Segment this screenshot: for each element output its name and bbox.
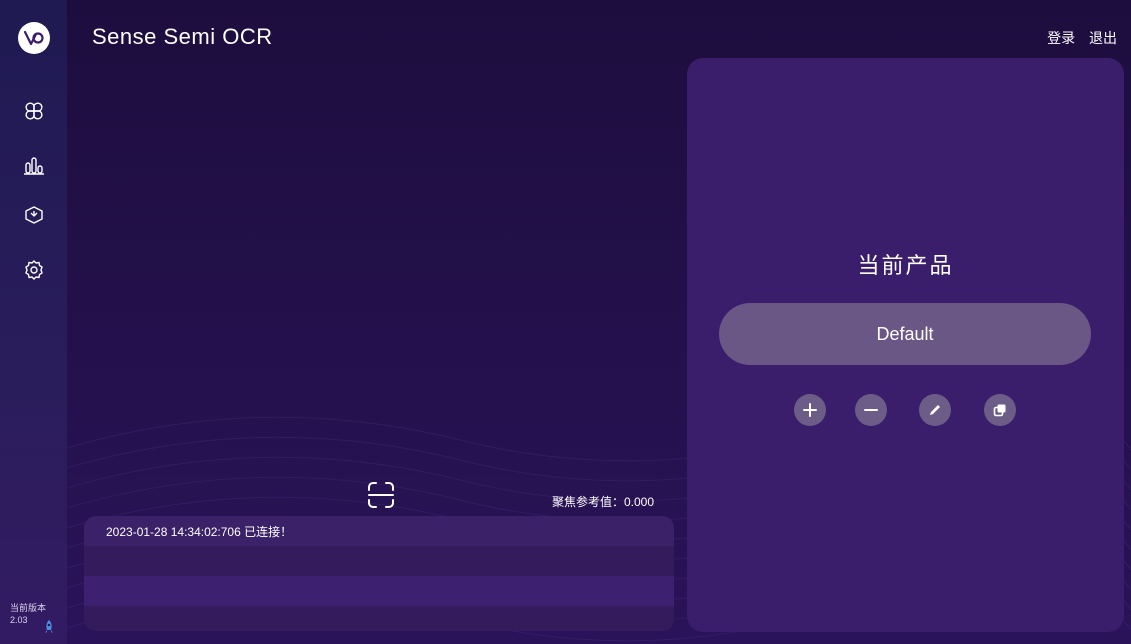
log-entry [84,576,674,583]
app-window: 当前版本 2.03 Sense Semi OCR 登录 退出 聚焦参考值：0.0… [0,0,1131,644]
minus-icon [864,409,878,411]
version-value: 2.03 [10,615,28,625]
logo-icon [23,30,44,46]
product-panel: 当前产品 Default [687,58,1124,632]
log-row [84,606,674,631]
sidebar: 当前版本 2.03 [0,0,67,644]
app-title: Sense Semi OCR [92,24,273,49]
sidebar-item-home[interactable] [22,99,46,123]
plus-icon [803,403,817,417]
version-label: 当前版本 [10,603,47,613]
log-entry: 2023-01-28 14:34:02:706 已连接！ [106,525,293,539]
bar-chart-icon [24,157,44,175]
scan-icon[interactable] [366,480,396,510]
login-link[interactable]: 登录 [1047,30,1075,46]
pencil-icon [930,405,940,415]
current-product-button[interactable]: Default [719,303,1091,365]
remove-product-button[interactable] [855,394,887,426]
focus-reference-value: 聚焦参考值：0.000 [552,495,655,509]
current-product-title: 当前产品 [857,253,954,278]
logout-link[interactable]: 退出 [1089,30,1117,46]
sidebar-item-product[interactable] [22,203,46,227]
box-icon [25,206,43,224]
sidebar-item-settings[interactable] [22,258,46,282]
log-entry [84,606,674,613]
copy-icon [993,404,1006,417]
gear-icon [25,260,43,280]
log-row [84,576,674,606]
log-entry [84,546,674,553]
edit-product-button[interactable] [919,394,951,426]
grid-icon [25,102,43,120]
log-row: 2023-01-28 14:34:02:706 已连接！ [84,516,674,546]
header-links: 登录 退出 [1037,28,1117,48]
add-product-button[interactable] [794,394,826,426]
rocket-icon [45,620,53,633]
sidebar-item-statistics[interactable] [22,153,46,177]
copy-product-button[interactable] [984,394,1016,426]
version-info: 当前版本 2.03 [10,602,46,626]
app-logo[interactable] [18,22,50,54]
log-panel: 2023-01-28 14:34:02:706 已连接！ [84,516,674,631]
log-row [84,546,674,576]
